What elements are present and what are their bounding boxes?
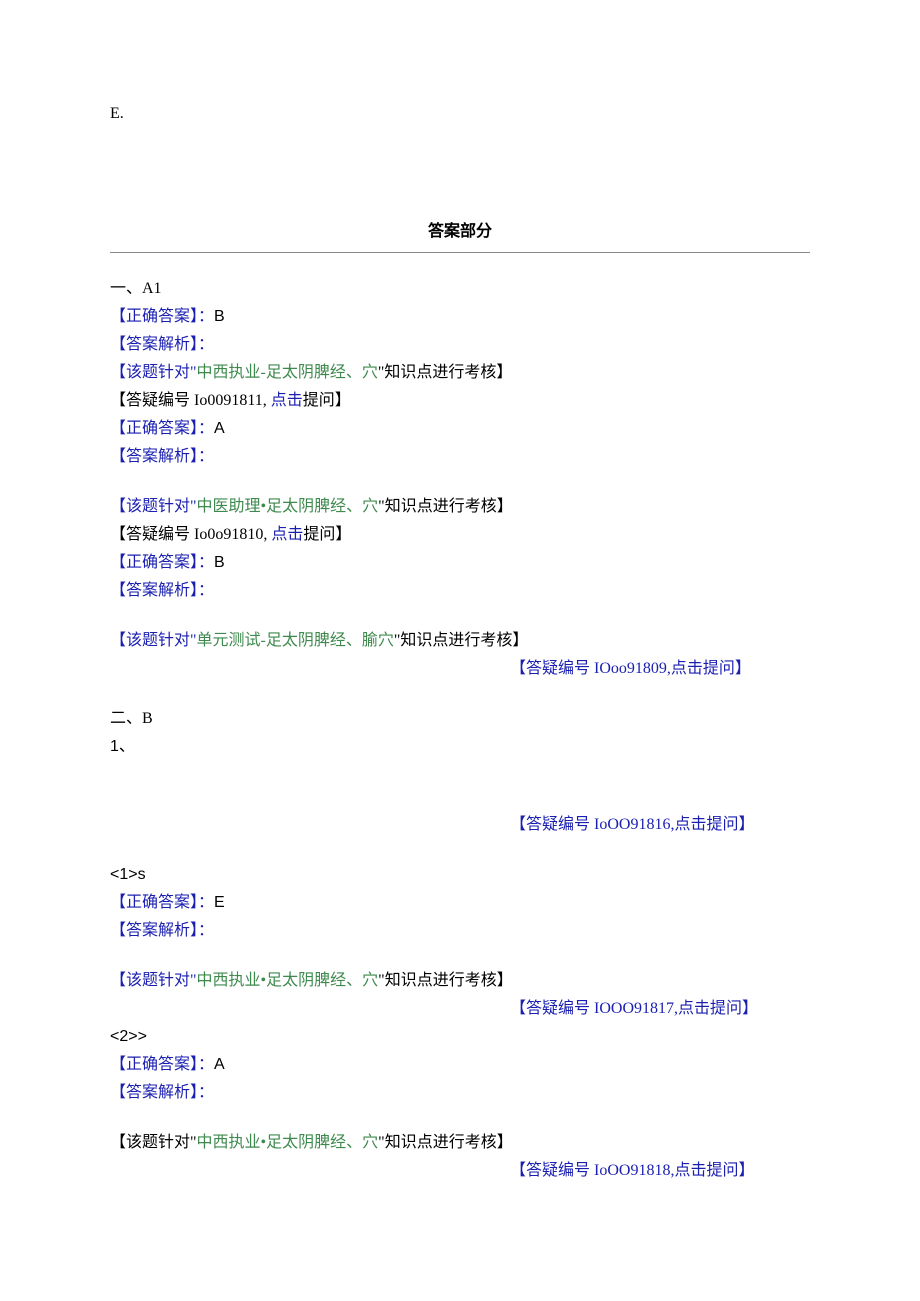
note-pre: 【该题针对" — [110, 364, 197, 381]
note-topic: 中西执业-足太阴脾经、穴 — [197, 364, 378, 381]
dy-link[interactable]: 【答疑编号 IOoo91809,点击提问】 — [510, 655, 751, 683]
doubt-ref-right: 【答疑编号 IoOO91816,点击提问】 — [110, 811, 810, 839]
topic-note: 【该题针对"中西执业•足太阴脾经、穴"知识点进行考核】 — [110, 1129, 810, 1157]
note-post: "知识点进行考核】 — [378, 498, 513, 515]
topic-note: 【该题针对"中西执业•足太阴脾经、穴"知识点进行考核】 — [110, 967, 810, 995]
answer-block: 【正确答案】：B — [110, 303, 810, 331]
answer-block: 【正确答案】：A — [110, 415, 810, 443]
correct-answer-value: E — [214, 894, 225, 911]
correct-answer-label: 【正确答案】： — [110, 1056, 214, 1073]
dy-link[interactable]: 点击 — [271, 392, 303, 409]
dy-link[interactable]: 【答疑编号 IOOO91817,点击提问】 — [510, 995, 770, 1023]
note-topic: 单元测试-足太阴脾经、腧穴 — [197, 632, 394, 649]
correct-answer-label: 【正确答案】： — [110, 894, 214, 911]
correct-answer-label: 【正确答案】： — [110, 308, 214, 325]
dy-link[interactable]: 【答疑编号 IoOO91818,点击提问】 — [510, 1157, 754, 1185]
topic-note: 【该题针对"中西执业-足太阴脾经、穴"知识点进行考核】 — [110, 359, 810, 387]
group-number: 1、 — [110, 733, 810, 761]
note-post: "知识点进行考核】 — [394, 632, 529, 649]
answer-section-title-wrap: 答案部分 — [110, 218, 810, 246]
analysis-label: 【答案解析】： — [110, 577, 810, 605]
correct-answer-label: 【正确答案】： — [110, 420, 214, 437]
sub-question-number: <2>> — [110, 1023, 810, 1051]
correct-answer-value: A — [214, 420, 225, 437]
analysis-label: 【答案解析】： — [110, 331, 810, 359]
note-pre: 【该题针对" — [110, 972, 197, 989]
analysis-label: 【答案解析】： — [110, 917, 810, 945]
dy-link[interactable]: 点击 — [271, 526, 303, 543]
note-post: "知识点进行考核】 — [378, 972, 513, 989]
note-topic: 中西执业•足太阴脾经、穴 — [197, 1134, 379, 1151]
note-pre: 【该题针对" — [110, 498, 197, 515]
doubt-ref-right: 【答疑编号 IoOO91818,点击提问】 — [110, 1157, 810, 1185]
doubt-ref: 【答疑编号 Io0o91810, 点击提问】 — [110, 521, 810, 549]
correct-answer-value: A — [214, 1056, 225, 1073]
note-pre: 【该题针对" — [110, 1134, 197, 1151]
note-pre: 【该题针对" — [110, 632, 197, 649]
section-a1-header: 一、A1 — [110, 275, 810, 303]
dy-pre: 【答疑编号 Io0o91810, — [110, 526, 271, 543]
dy-post: 提问】 — [303, 392, 351, 409]
doubt-ref-right: 【答疑编号 IOoo91809,点击提问】 — [110, 655, 810, 683]
doubt-ref: 【答疑编号 Io0091811, 点击提问】 — [110, 387, 810, 415]
option-e-label: E. — [110, 100, 810, 128]
note-topic: 中医助理•足太阴脾经、穴 — [197, 498, 379, 515]
answer-block: 【正确答案】：E — [110, 889, 810, 917]
document-page: E. 答案部分 一、A1 【正确答案】：B 【答案解析】： 【该题针对"中西执业… — [0, 0, 920, 1245]
note-post: "知识点进行考核】 — [378, 364, 513, 381]
divider — [110, 252, 810, 253]
correct-answer-label: 【正确答案】： — [110, 554, 214, 571]
correct-answer-value: B — [214, 308, 225, 325]
answer-section-title: 答案部分 — [428, 218, 492, 246]
correct-answer-value: B — [214, 554, 225, 571]
topic-note: 【该题针对"单元测试-足太阴脾经、腧穴"知识点进行考核】 — [110, 627, 810, 655]
answer-block: 【正确答案】：B — [110, 549, 810, 577]
note-post: "知识点进行考核】 — [378, 1134, 513, 1151]
note-topic: 中西执业•足太阴脾经、穴 — [197, 972, 379, 989]
sub-question-number: <1>s — [110, 861, 810, 889]
dy-link[interactable]: 【答疑编号 IoOO91816,点击提问】 — [510, 811, 754, 839]
doubt-ref-right: 【答疑编号 IOOO91817,点击提问】 — [110, 995, 810, 1023]
answer-block: 【正确答案】：A — [110, 1051, 810, 1079]
dy-pre: 【答疑编号 Io0091811, — [110, 392, 271, 409]
dy-post: 提问】 — [303, 526, 351, 543]
analysis-label: 【答案解析】： — [110, 443, 810, 471]
section-b-header: 二、B — [110, 705, 810, 733]
analysis-label: 【答案解析】： — [110, 1079, 810, 1107]
topic-note: 【该题针对"中医助理•足太阴脾经、穴"知识点进行考核】 — [110, 493, 810, 521]
